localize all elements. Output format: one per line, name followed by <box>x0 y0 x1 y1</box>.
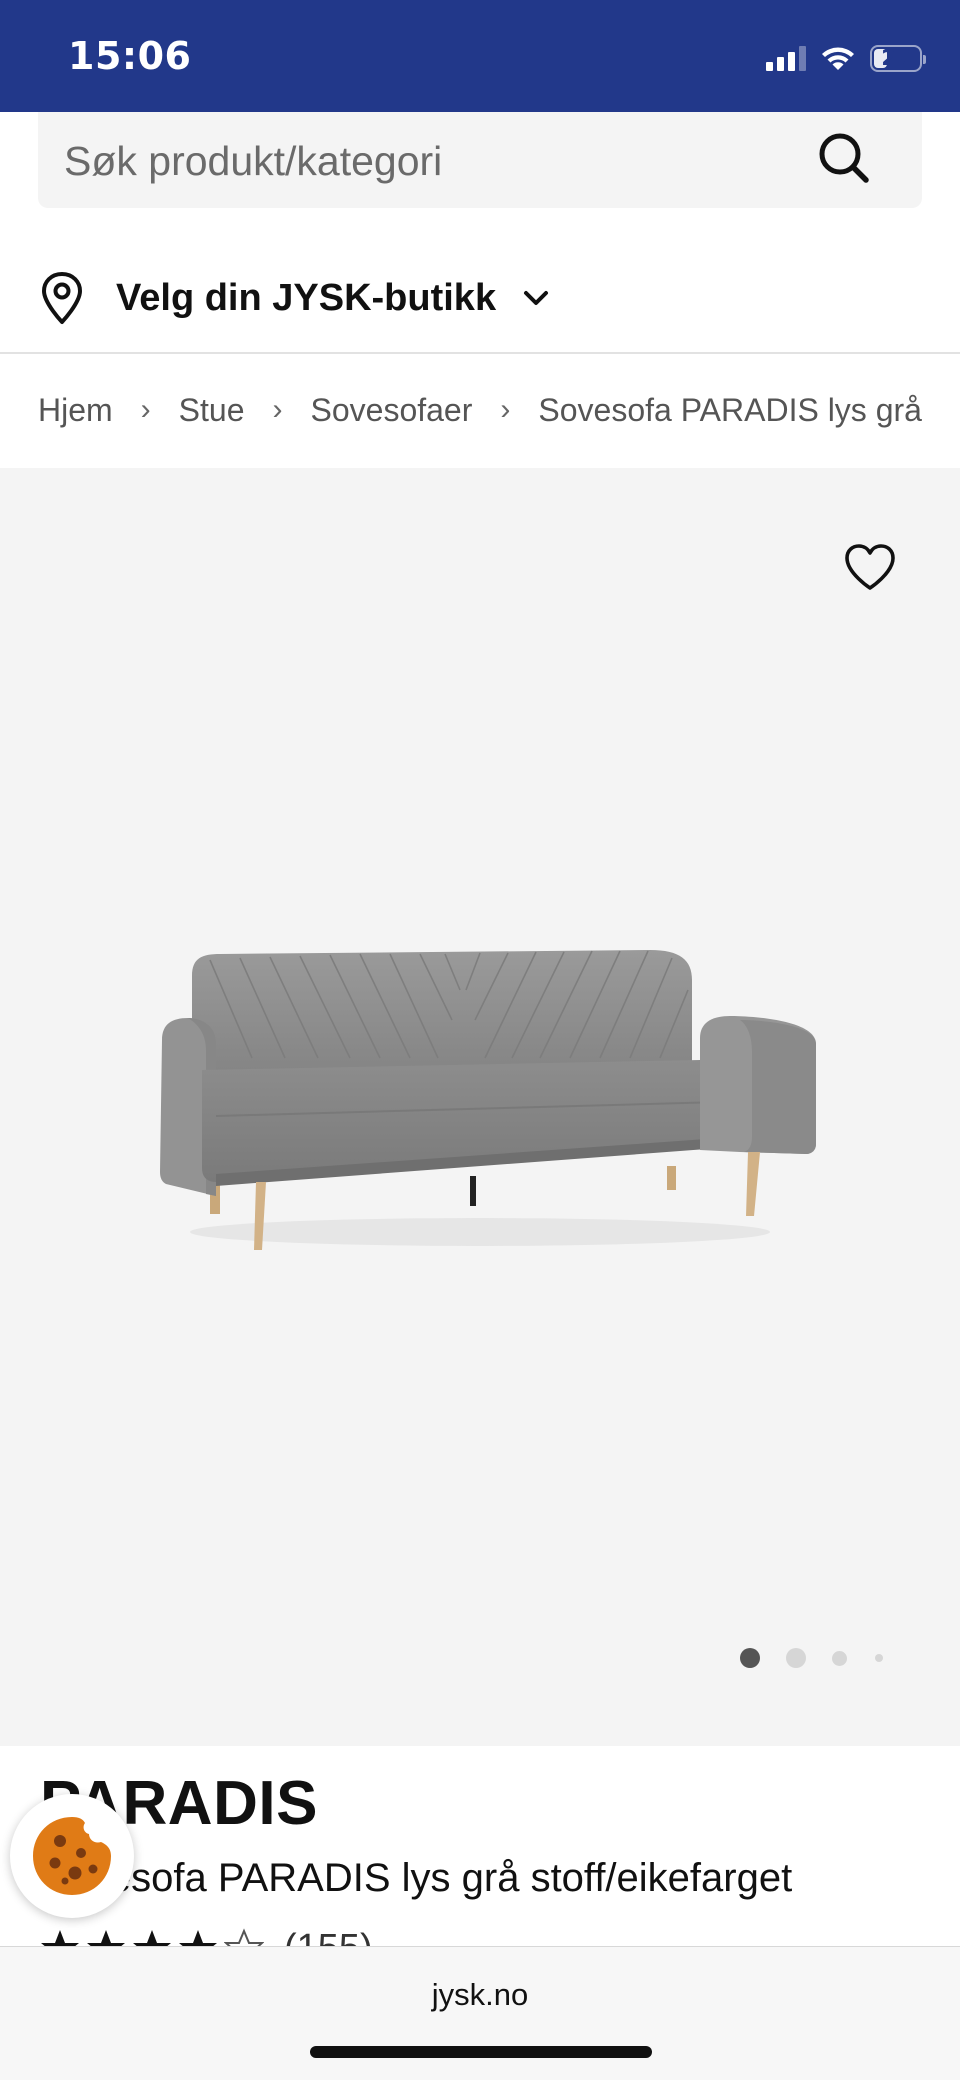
status-icons: 27 <box>766 40 926 76</box>
breadcrumb-item-sovesofaer[interactable]: Sovesofaer <box>311 392 473 429</box>
browser-url[interactable]: jysk.no <box>0 1977 960 2013</box>
gallery-dot[interactable] <box>875 1654 883 1662</box>
product-description: Sovesofa PARADIS lys grå stoff/eikefarge… <box>40 1856 793 1900</box>
store-selector-label: Velg din JYSK-butikk <box>116 276 497 319</box>
gallery-dot[interactable] <box>832 1650 847 1666</box>
breadcrumb-item-current: Sovesofa PARADIS lys grå stoff/eikefarge… <box>538 391 922 428</box>
heart-icon[interactable] <box>842 542 898 592</box>
breadcrumb-item-stue[interactable]: Stue <box>179 392 245 429</box>
divider <box>0 352 960 354</box>
chevron-down-icon <box>524 291 549 305</box>
breadcrumb: Hjem › Stue › Sovesofaer › Sovesofa PARA… <box>38 390 922 430</box>
battery-level: 27 <box>881 46 911 70</box>
status-bar: 15:06 27 <box>0 0 960 112</box>
breadcrumb-separator: › <box>140 393 151 426</box>
signal-icon <box>766 45 806 71</box>
breadcrumb-separator: › <box>500 393 511 426</box>
search-input[interactable]: Søk produkt/kategori <box>38 112 922 208</box>
store-selector[interactable]: Velg din JYSK-butikk <box>38 268 552 328</box>
cookie-icon <box>33 1817 111 1895</box>
location-pin-icon <box>42 272 82 324</box>
battery-icon: 27 <box>870 44 926 72</box>
breadcrumb-separator: › <box>272 393 283 426</box>
gallery-dot[interactable] <box>786 1648 806 1668</box>
wifi-icon <box>822 47 854 70</box>
gallery-dot-active[interactable] <box>740 1648 760 1668</box>
breadcrumb-item-hjem[interactable]: Hjem <box>38 392 113 429</box>
cookie-consent-button[interactable] <box>10 1794 134 1918</box>
browser-bottom-bar: jysk.no <box>0 1946 960 2080</box>
sofa-product-image <box>160 950 816 1250</box>
search-icon[interactable] <box>814 128 874 188</box>
status-time: 15:06 <box>68 34 192 78</box>
home-indicator <box>310 2046 652 2058</box>
gallery-pagination <box>740 1648 883 1668</box>
search-placeholder: Søk produkt/kategori <box>64 138 443 184</box>
